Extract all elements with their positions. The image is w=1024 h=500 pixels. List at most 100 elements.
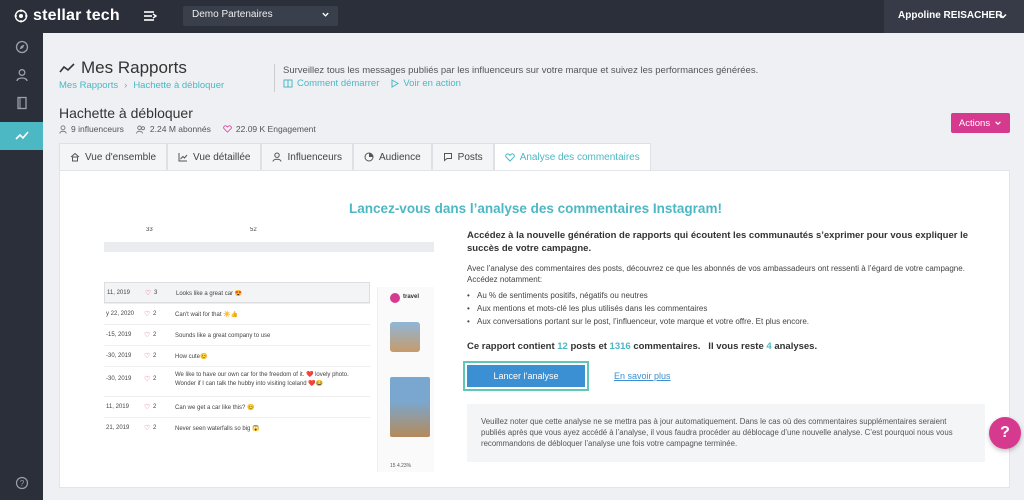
counts-suffix: analyses. [771, 341, 818, 352]
influencers-stat: 9 influenceurs [59, 124, 124, 134]
preview-comment-date: 11, 2019 [107, 290, 130, 296]
counts-mid: commentaires. Il vous reste [630, 341, 767, 352]
play-icon [391, 79, 400, 88]
page-title: Mes Rapports [59, 58, 187, 78]
breadcrumb-item[interactable]: Mes Rapports [59, 80, 118, 91]
user-icon [59, 124, 67, 134]
getting-started-label: Comment démarrer [297, 78, 380, 89]
panel-title: Lancez-vous dans l’analyse des commentai… [349, 201, 722, 216]
user-menu[interactable]: Appoline REISACHER [884, 0, 1024, 33]
preview-comment-row: -30, 2019 ♡ 2 We like to have our own ca… [104, 366, 370, 396]
organization-select-value: Demo Partenaires [192, 9, 273, 20]
chart-icon [178, 152, 188, 162]
header-divider [274, 64, 275, 92]
tab-overview[interactable]: Vue d'ensemble [59, 143, 168, 170]
sidebar-item-documents[interactable] [0, 89, 43, 117]
preview-comment-date: 11, 2019 [106, 404, 129, 410]
post-icon [443, 152, 453, 162]
logo[interactable]: stellar tech [14, 7, 120, 25]
header-description: Surveillez tous les messages publiés par… [283, 65, 759, 76]
tab-label: Vue détaillée [193, 151, 251, 163]
tab-posts[interactable]: Posts [431, 143, 494, 170]
tab-audience[interactable]: Audience [352, 143, 432, 170]
see-in-action-link[interactable]: Voir en action [391, 78, 461, 89]
help-sidebar-item[interactable]: ? [0, 469, 43, 497]
preview-comment-count: 3 [154, 290, 158, 296]
preview-comment-text: Sounds like a great company to use [175, 333, 271, 339]
tab-comments-analysis[interactable]: Analyse des commentaires [493, 143, 651, 171]
preview-comment-row: y 22, 2020 ♡ 2 Can't wait for that ☀️👍 [104, 303, 370, 324]
preview-comment-date: -15, 2019 [106, 332, 132, 338]
heart-icon: ♡ [145, 290, 152, 297]
feature-item: Aux mentions et mots-clé les plus utilis… [467, 302, 987, 315]
preview-comment-text: How cute😊 [175, 354, 208, 360]
home-icon [70, 152, 80, 162]
heart-icon: ♡ [144, 353, 151, 360]
preview-comment-text: Looks like a great car 😍 [176, 291, 243, 297]
logo-text: stellar tech [33, 7, 120, 24]
preview-card-name: travel [403, 294, 420, 300]
features-list: Au % de sentiments positifs, négatifs ou… [467, 289, 987, 328]
preview-comments-list: 11, 2019 ♡ 3 Looks like a great car 😍 y … [104, 282, 370, 472]
tab-label: Analyse des commentaires [519, 152, 640, 163]
preview-comment-text: Can we get a car like this? 😊 [175, 405, 255, 411]
actions-button[interactable]: Actions [951, 113, 1010, 133]
heart-icon: ♡ [144, 332, 151, 339]
sidebar: ? [0, 33, 43, 500]
preview-card-footer: 15 4.23% [390, 463, 412, 469]
breadcrumb-item[interactable]: Hachette à débloquer [133, 80, 224, 91]
page-title-text: Mes Rapports [81, 58, 187, 77]
update-notice: Veuillez noter que cette analyse ne se m… [467, 404, 985, 462]
breadcrumb-separator: › [124, 80, 128, 91]
tab-detailed-view[interactable]: Vue détaillée [167, 143, 262, 170]
engagement-count: 22.09 K Engagement [235, 124, 316, 134]
preview-comment-count: 2 [153, 353, 157, 359]
subscribers-stat: 2.24 M abonnés [135, 124, 211, 134]
learn-more-link[interactable]: En savoir plus [614, 371, 671, 381]
comments-analysis-panel: Lancez-vous dans l’analyse des commentai… [59, 170, 1010, 488]
preview-comment-row: 21, 2019 ♡ 2 Never seen waterfalls so bi… [104, 417, 370, 438]
header-links: Comment démarrer Voir en action [283, 78, 461, 89]
launch-analysis-highlight: Lancer l’analyse [463, 361, 589, 391]
breadcrumb: Mes Rapports › Hachette à débloquer [59, 80, 224, 91]
menu-toggle-icon[interactable] [142, 8, 158, 24]
sidebar-item-reports[interactable] [0, 122, 43, 150]
preview-comment-count: 2 [153, 311, 157, 317]
preview-comment-count: 2 [153, 404, 157, 410]
heart-icon: ♡ [144, 404, 151, 411]
sidebar-item-influencers[interactable] [0, 61, 43, 89]
launch-analysis-button[interactable]: Lancer l’analyse [467, 365, 585, 387]
compass-icon [15, 40, 29, 54]
comments-count: 1316 [609, 341, 631, 352]
subscribers-count: 2.24 M abonnés [149, 124, 211, 134]
preview-comment-count: 2 [153, 425, 157, 431]
actions-button-label: Actions [958, 117, 991, 129]
tab-influencers[interactable]: Influenceurs [261, 143, 353, 170]
help-button[interactable]: ? [989, 417, 1021, 449]
user-icon [272, 152, 282, 162]
preview-comment-text: We like to have our own car for the free… [175, 372, 349, 387]
heart-icon: ♡ [144, 376, 151, 383]
book-icon [283, 79, 293, 88]
counts-mid: posts et [567, 341, 610, 352]
organization-select[interactable]: Demo Partenaires [183, 6, 338, 26]
feature-item: Aux conversations portant sur le post, l… [467, 315, 987, 328]
preview-comment-text: Never seen waterfalls so big 😱 [175, 426, 260, 432]
counts-prefix: Ce rapport contient [467, 341, 558, 352]
preview-comment-date: -30, 2019 [106, 353, 132, 359]
chevron-down-icon [994, 119, 1002, 127]
tab-label: Posts [457, 151, 483, 163]
posts-count: 12 [557, 341, 568, 352]
preview-post-thumbnail [390, 322, 420, 352]
report-tabs: Vue d'ensemble Vue détaillée Influenceur… [59, 143, 651, 171]
report-counts: Ce rapport contient 12 posts et 1316 com… [467, 341, 987, 352]
document-icon [15, 96, 29, 110]
tab-label: Vue d'ensemble [85, 151, 157, 163]
pie-icon [364, 152, 374, 162]
preview-comment-count: 2 [153, 376, 157, 382]
sidebar-item-discover[interactable] [0, 33, 43, 61]
getting-started-link[interactable]: Comment démarrer [283, 78, 379, 89]
question-circle-icon: ? [15, 476, 29, 490]
intro-paragraph: Avec l’analyse des commentaires des post… [467, 264, 965, 284]
influencers-count: 9 influenceurs [71, 124, 124, 134]
